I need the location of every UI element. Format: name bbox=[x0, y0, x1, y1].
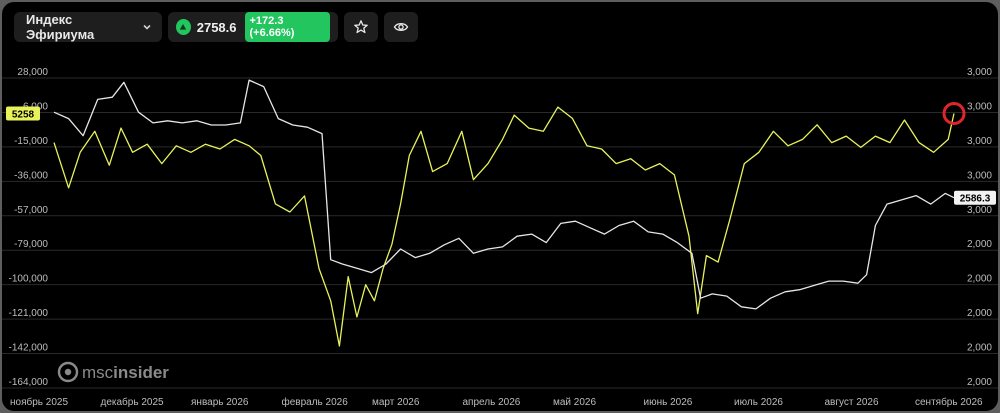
y-tick-label-right: 3,000 bbox=[967, 170, 992, 181]
x-tick-label: апрель 2026 bbox=[463, 397, 521, 408]
series-line-yellow bbox=[53, 106, 955, 347]
watermark: mscinsider bbox=[57, 361, 169, 383]
x-tick-label: май 2026 bbox=[553, 397, 596, 408]
y-tick-label-right: 2,000 bbox=[967, 308, 992, 319]
y-tick-label-right: 2,000 bbox=[967, 274, 992, 285]
y-tick-label-right: 2,000 bbox=[967, 239, 992, 250]
left-value-label: 5258 bbox=[12, 110, 35, 121]
x-tick-label: июль 2026 bbox=[734, 397, 783, 408]
y-tick-label-left: -100,000 bbox=[9, 274, 49, 285]
y-tick-label-left: -57,000 bbox=[14, 205, 48, 216]
y-tick-label-right: 3,000 bbox=[967, 205, 992, 216]
right-value-label: 2586.3 bbox=[960, 194, 991, 205]
x-tick-label: март 2026 bbox=[372, 397, 420, 408]
x-tick-label: август 2026 bbox=[825, 397, 879, 408]
y-tick-label-left: -15,000 bbox=[14, 136, 48, 147]
watermark-text-bold: insider bbox=[113, 363, 169, 382]
svg-text:mscinsider: mscinsider bbox=[82, 363, 169, 382]
watermark-text: msc bbox=[82, 363, 114, 382]
chart-area: mscinsider 28,0006,000-15,000-36,000-57,… bbox=[2, 67, 998, 408]
chart-widget: Индекс Эфириума 2758.6 +172.3 (+6.66%) m… bbox=[2, 2, 998, 411]
y-tick-label-right: 2,000 bbox=[967, 343, 992, 354]
y-tick-label-left: -164,000 bbox=[9, 377, 49, 388]
y-tick-label-left: -36,000 bbox=[14, 170, 48, 181]
y-tick-label-right: 3,000 bbox=[967, 136, 992, 147]
y-tick-label-left: -142,000 bbox=[9, 343, 49, 354]
series-line-white bbox=[53, 79, 955, 310]
y-tick-label-left: 28,000 bbox=[17, 67, 48, 78]
x-tick-label: ноябрь 2025 bbox=[10, 396, 68, 408]
x-tick-label: январь 2026 bbox=[191, 397, 249, 408]
x-tick-label: февраль 2026 bbox=[282, 396, 349, 408]
x-tick-label: декабрь 2025 bbox=[101, 396, 165, 408]
y-tick-label-right: 3,000 bbox=[967, 101, 992, 112]
x-tick-label: сентябрь 2026 bbox=[915, 396, 983, 408]
y-tick-label-right: 2,000 bbox=[967, 377, 992, 388]
y-tick-label-left: -79,000 bbox=[14, 239, 48, 250]
y-tick-label-right: 3,000 bbox=[967, 67, 992, 78]
y-tick-label-left: -121,000 bbox=[9, 308, 49, 319]
x-tick-label: июнь 2026 bbox=[644, 397, 693, 408]
